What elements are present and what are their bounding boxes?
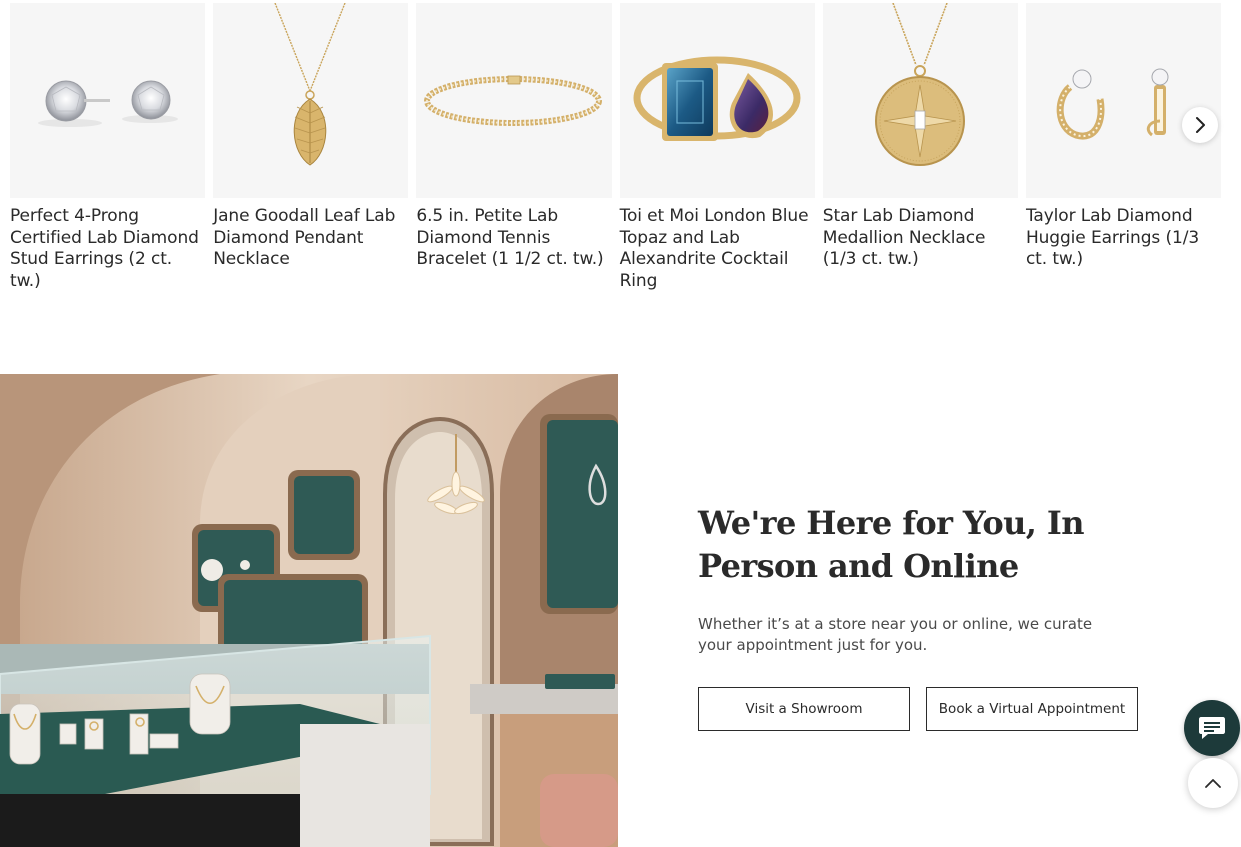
cocktail-ring-image[interactable]	[619, 3, 815, 198]
carousel-track: Perfect 4-Prong Certified Lab Diamond St…	[10, 3, 1241, 292]
back-to-top-button[interactable]	[1188, 758, 1238, 808]
product-card[interactable]: Taylor Lab Diamond Huggie Earrings (1/3 …	[1025, 3, 1222, 292]
chat-button[interactable]	[1184, 700, 1240, 756]
product-title[interactable]: Taylor Lab Diamond Huggie Earrings (1/3 …	[1026, 206, 1221, 271]
showroom-interior-image	[0, 374, 618, 847]
chevron-up-icon	[1205, 779, 1221, 788]
product-card[interactable]: Jane Goodall Leaf Lab Diamond Pendant Ne…	[213, 3, 409, 292]
chat-icon	[1199, 717, 1225, 739]
product-card[interactable]: 6.5 in. Petite Lab Diamond Tennis Bracel…	[416, 3, 612, 292]
product-title[interactable]: Jane Goodall Leaf Lab Diamond Pendant Ne…	[213, 206, 408, 271]
leaf-pendant-icon	[274, 3, 346, 166]
showroom-promo: We're Here for You, In Person and Online…	[698, 502, 1198, 656]
promo-title: We're Here for You, In Person and Online	[698, 504, 1085, 585]
visit-showroom-button[interactable]: Visit a Showroom	[698, 687, 910, 731]
product-card[interactable]: Toi et Moi London Blue Topaz and Lab Ale…	[619, 3, 815, 292]
product-card[interactable]: Perfect 4-Prong Certified Lab Diamond St…	[10, 3, 206, 292]
huggie-earrings-icon	[1056, 68, 1169, 140]
product-card[interactable]: Star Lab Diamond Medallion Necklace (1/3…	[822, 3, 1018, 292]
book-virtual-appointment-button[interactable]: Book a Virtual Appointment	[926, 687, 1138, 731]
stud-earrings-icon	[38, 80, 179, 127]
carousel-next-button[interactable]	[1182, 107, 1218, 143]
product-title[interactable]: Star Lab Diamond Medallion Necklace (1/3…	[823, 206, 1018, 271]
leaf-pendant-image[interactable]	[213, 3, 409, 198]
product-title[interactable]: Toi et Moi London Blue Topaz and Lab Ale…	[620, 206, 815, 292]
medallion-necklace-icon	[874, 3, 965, 166]
promo-buttons: Visit a Showroom Book a Virtual Appointm…	[698, 687, 1138, 731]
medallion-necklace-image[interactable]	[822, 3, 1018, 198]
product-title[interactable]: 6.5 in. Petite Lab Diamond Tennis Bracel…	[416, 206, 611, 271]
product-title[interactable]: Perfect 4-Prong Certified Lab Diamond St…	[10, 206, 205, 292]
tennis-bracelet-icon	[424, 75, 603, 126]
cocktail-ring-icon	[633, 56, 801, 141]
stud-earrings-image[interactable]	[10, 3, 206, 198]
huggie-earrings-image[interactable]	[1025, 3, 1222, 198]
showroom-photo	[0, 374, 618, 847]
tennis-bracelet-image[interactable]	[416, 3, 612, 198]
product-carousel: Perfect 4-Prong Certified Lab Diamond St…	[10, 3, 1241, 303]
promo-description: Whether it’s at a store near you or onli…	[698, 615, 1093, 654]
chevron-right-icon	[1196, 117, 1205, 133]
